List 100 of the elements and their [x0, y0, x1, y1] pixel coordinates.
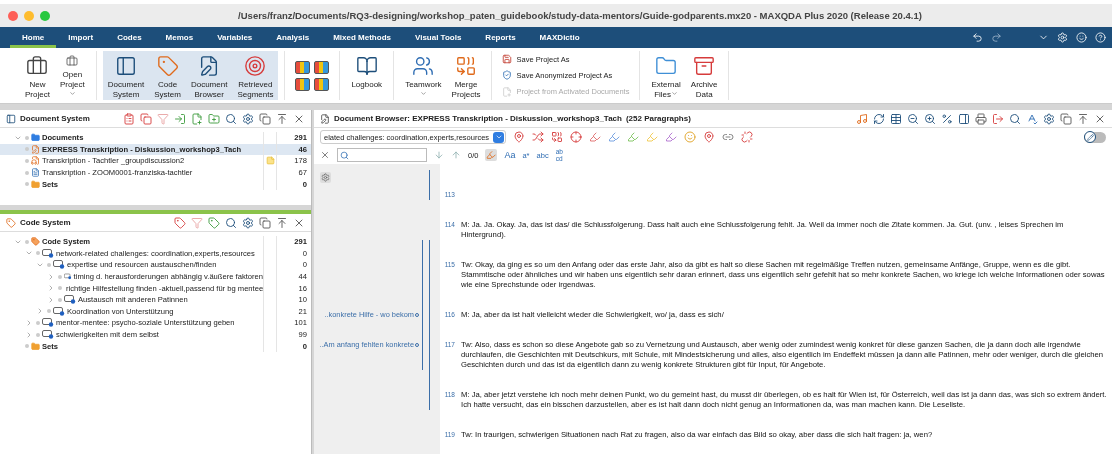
ribbon-tab[interactable]: Import	[56, 27, 106, 48]
caret-icon	[419, 90, 427, 97]
ribbon-tab[interactable]: MAXDictio	[527, 27, 592, 48]
edit-mode-switch[interactable]	[1084, 131, 1106, 143]
coding-stripe[interactable]	[428, 240, 431, 290]
ribbon-tab[interactable]: Mixed Methods	[321, 27, 403, 48]
spellcheck-icon[interactable]	[1026, 112, 1038, 125]
document-edit-icon	[320, 113, 330, 124]
ribbon-button[interactable]: Open Project	[54, 51, 90, 100]
music-icon[interactable]	[856, 112, 868, 125]
tag-icon[interactable]	[174, 216, 186, 229]
people-icon	[412, 55, 435, 77]
undock-icon[interactable]	[1060, 112, 1072, 125]
window-title: /Users/franz/Documents/RQ3-designing/workshop_paten_guidebook/study-data-mentors/Guide-godparents.mx20 - MAXQDA Plus 2020 (Release 20.4.1)	[237, 10, 923, 21]
maximize-icon[interactable]	[276, 216, 288, 229]
highlighter-icon[interactable]	[589, 131, 602, 143]
search-icon[interactable]	[225, 216, 237, 229]
import-icon[interactable]	[174, 112, 186, 125]
ribbon-tab[interactable]: Codes	[105, 27, 154, 48]
logbook-icon	[355, 55, 378, 77]
ribbon-tab[interactable]: Visual Tools	[402, 27, 474, 48]
coding-stripe[interactable]	[428, 290, 431, 320]
settings-icon[interactable]	[321, 173, 330, 182]
settings-icon[interactable]	[242, 216, 254, 229]
code-icon	[42, 330, 54, 340]
edited-document-icon	[31, 144, 40, 154]
undock-icon[interactable]	[259, 216, 271, 229]
maximize-icon[interactable]	[1077, 112, 1089, 125]
close-icon[interactable]	[320, 150, 330, 160]
ribbon-tab[interactable]: Analysis	[264, 27, 322, 48]
code-icon	[42, 248, 54, 258]
ribbon-tab[interactable]: Variables	[205, 27, 265, 48]
coding-stripe[interactable]	[421, 240, 424, 290]
panel-icon[interactable]	[958, 112, 970, 125]
zoom-out-icon[interactable]	[907, 112, 919, 125]
archive-download-icon	[693, 55, 716, 77]
refresh-icon[interactable]	[873, 112, 885, 125]
ribbon-tab[interactable]: Memos	[153, 27, 206, 48]
printer-icon[interactable]	[975, 112, 987, 125]
pin-icon[interactable]	[513, 131, 526, 143]
highlighter-icon[interactable]	[627, 131, 640, 143]
window-segment-icon	[244, 55, 267, 77]
coding-stripe[interactable]	[428, 320, 431, 370]
caret-icon	[671, 90, 679, 97]
coding-stripe[interactable]	[421, 290, 424, 320]
new-folder-icon[interactable]	[208, 112, 220, 125]
layout-icon[interactable]	[314, 60, 330, 74]
panel-title: Code System	[20, 218, 71, 227]
ribbon-button[interactable]: Document Browser	[185, 51, 233, 100]
search-field[interactable]	[337, 148, 427, 162]
highlighter-icon[interactable]	[608, 131, 621, 143]
ribbon-button[interactable]: Merge Projects	[446, 51, 486, 100]
unlink-icon[interactable]	[741, 131, 754, 143]
window-close-button[interactable]	[8, 10, 18, 21]
project-file-icon	[502, 86, 513, 97]
search-option-button[interactable]: Aa	[504, 151, 516, 159]
clipboard-icon[interactable]	[123, 112, 135, 125]
folder-icon	[31, 133, 40, 143]
pin-icon[interactable]	[703, 131, 716, 143]
coding-stripe[interactable]	[428, 370, 431, 410]
highlighter-icon[interactable]	[665, 131, 678, 143]
layout-icon[interactable]	[295, 77, 311, 91]
percent-icon[interactable]	[941, 112, 953, 125]
ribbon-button[interactable]: External Files	[646, 51, 686, 100]
ribbon-button[interactable]: Logbook	[346, 51, 388, 100]
coding-stripe[interactable]	[421, 320, 424, 370]
code-system-icon	[31, 237, 40, 247]
ribbon-tab[interactable]: Reports	[473, 27, 528, 48]
merge-icon	[455, 55, 477, 77]
maximize-icon[interactable]	[276, 112, 288, 125]
redo-icon[interactable]	[991, 32, 1002, 43]
target-icon[interactable]	[570, 131, 583, 143]
ribbon-button[interactable]: Retrieved Segments	[232, 51, 279, 100]
ribbon-button[interactable]: New Project	[20, 51, 55, 100]
settings-icon[interactable]	[242, 112, 254, 125]
undock-icon[interactable]	[259, 112, 271, 125]
sets-folder-icon	[31, 341, 40, 351]
new-document-icon[interactable]	[191, 112, 203, 125]
settings-icon[interactable]	[1043, 112, 1055, 125]
new-code-icon[interactable]	[208, 216, 220, 229]
help-icon[interactable]	[1095, 32, 1106, 43]
search-icon[interactable]	[225, 112, 237, 125]
layout-icon[interactable]	[295, 60, 311, 74]
link-icon[interactable]	[722, 131, 735, 143]
coding-stripe[interactable]	[428, 170, 431, 200]
ribbon-button[interactable]: Code System	[149, 51, 186, 100]
search-icon[interactable]	[1009, 112, 1021, 125]
copy-icon[interactable]	[140, 112, 152, 125]
audio-document-icon	[31, 156, 40, 166]
undo-icon[interactable]	[972, 32, 983, 43]
code-icon	[64, 272, 72, 282]
table-icon[interactable]	[890, 112, 902, 125]
zoom-in-icon[interactable]	[924, 112, 936, 125]
ribbon-button[interactable]: Teamwork	[400, 51, 447, 100]
save-icon	[502, 54, 513, 65]
layout-icon[interactable]	[314, 77, 330, 91]
code-merge-icon[interactable]	[551, 131, 564, 143]
export-icon[interactable]	[992, 112, 1004, 125]
ribbon-button[interactable]: Document System	[102, 51, 150, 100]
ribbon-button[interactable]: Archive Data	[685, 51, 723, 100]
